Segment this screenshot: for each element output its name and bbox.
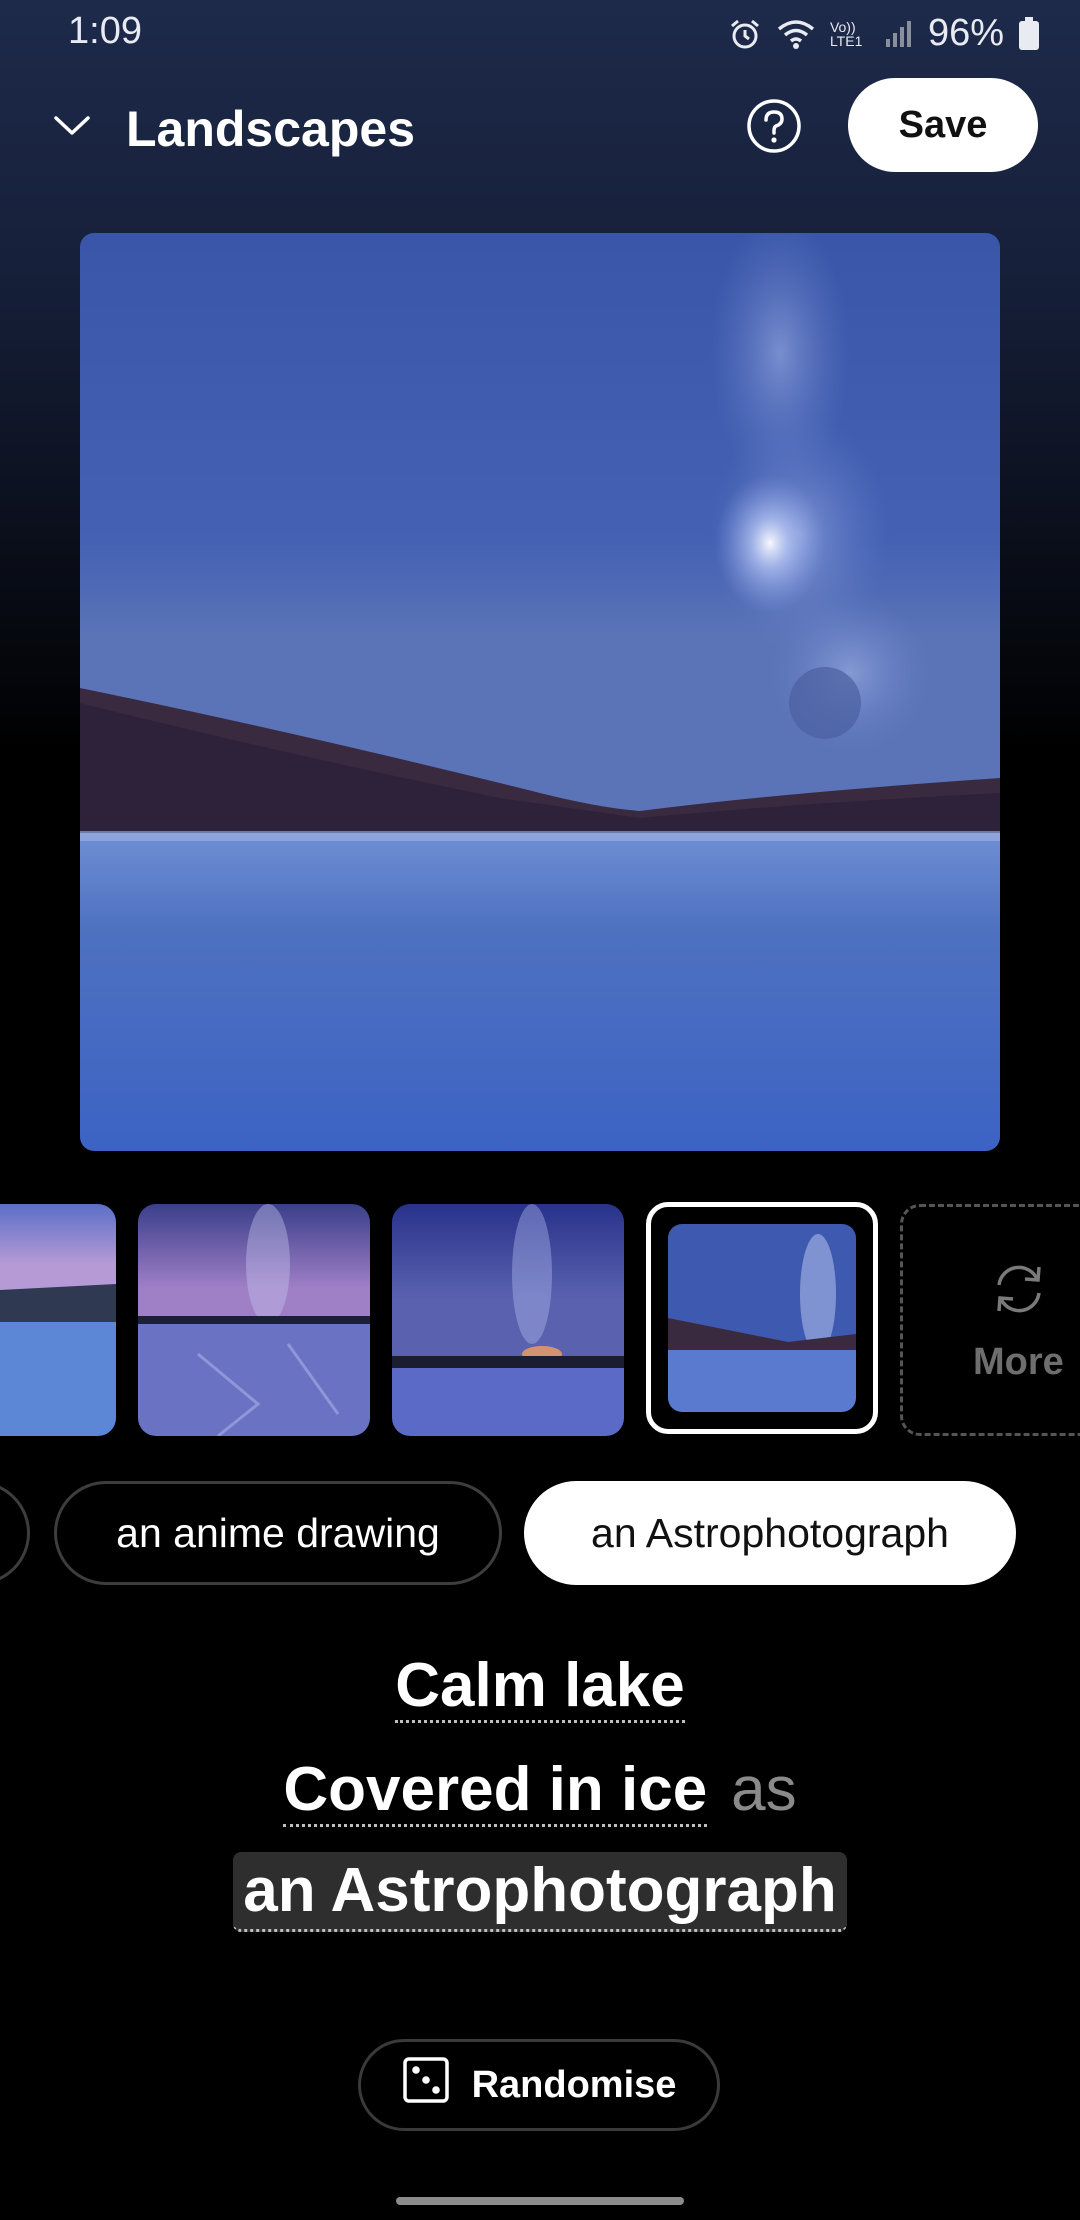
help-icon — [746, 98, 802, 159]
style-chip[interactable] — [0, 1481, 30, 1585]
page-title: Landscapes — [126, 101, 416, 157]
randomise-button[interactable]: Randomise — [358, 2039, 720, 2131]
alarm-icon — [728, 17, 762, 51]
status-icons: Vo)) LTE1 96% — [728, 12, 1040, 55]
style-chip-anime[interactable]: an anime drawing — [54, 1481, 502, 1585]
home-indicator[interactable] — [396, 2197, 684, 2205]
wifi-icon — [776, 18, 816, 50]
thumbnail-option[interactable] — [0, 1204, 116, 1436]
prompt-subject[interactable]: Calm lake — [395, 1653, 685, 1724]
wallpaper-generator-screen: 1:09 Vo)) LTE1 96% Landscapes Save More … — [0, 0, 1080, 2220]
volte-icon: Vo)) LTE1 — [829, 18, 863, 49]
status-time: 1:09 — [68, 10, 142, 52]
prompt-connector: as — [731, 1755, 797, 1824]
battery-icon — [1018, 16, 1040, 51]
more-options-button[interactable]: More — [900, 1204, 1080, 1436]
thumbnail-strip: More — [0, 1202, 1080, 1440]
thumbnail-option[interactable] — [138, 1204, 370, 1436]
more-label: More — [973, 1341, 1064, 1383]
refresh-icon — [989, 1259, 1049, 1324]
help-button[interactable] — [744, 98, 804, 158]
generated-wallpaper-preview[interactable] — [80, 233, 1000, 1151]
style-chips: an anime drawing an Astrophotograph — [0, 1481, 1080, 1585]
prompt-modifier[interactable]: Covered in ice — [283, 1757, 708, 1828]
thumbnail-option[interactable] — [392, 1204, 624, 1436]
save-button[interactable]: Save — [848, 78, 1038, 172]
thumbnail-selected[interactable] — [646, 1202, 878, 1434]
chevron-down-icon — [52, 114, 92, 143]
dice-icon — [402, 2056, 450, 2114]
randomise-label: Randomise — [471, 2063, 677, 2106]
collapse-button[interactable] — [40, 96, 104, 160]
status-bar: 1:09 Vo)) LTE1 96% — [0, 0, 1080, 66]
signal-icon — [884, 19, 914, 49]
style-chip-astrophotograph[interactable]: an Astrophotograph — [524, 1481, 1016, 1585]
battery-percent: 96% — [927, 12, 1004, 54]
prompt-style[interactable]: an Astrophotograph — [233, 1852, 847, 1933]
header: Landscapes Save — [0, 78, 1080, 178]
